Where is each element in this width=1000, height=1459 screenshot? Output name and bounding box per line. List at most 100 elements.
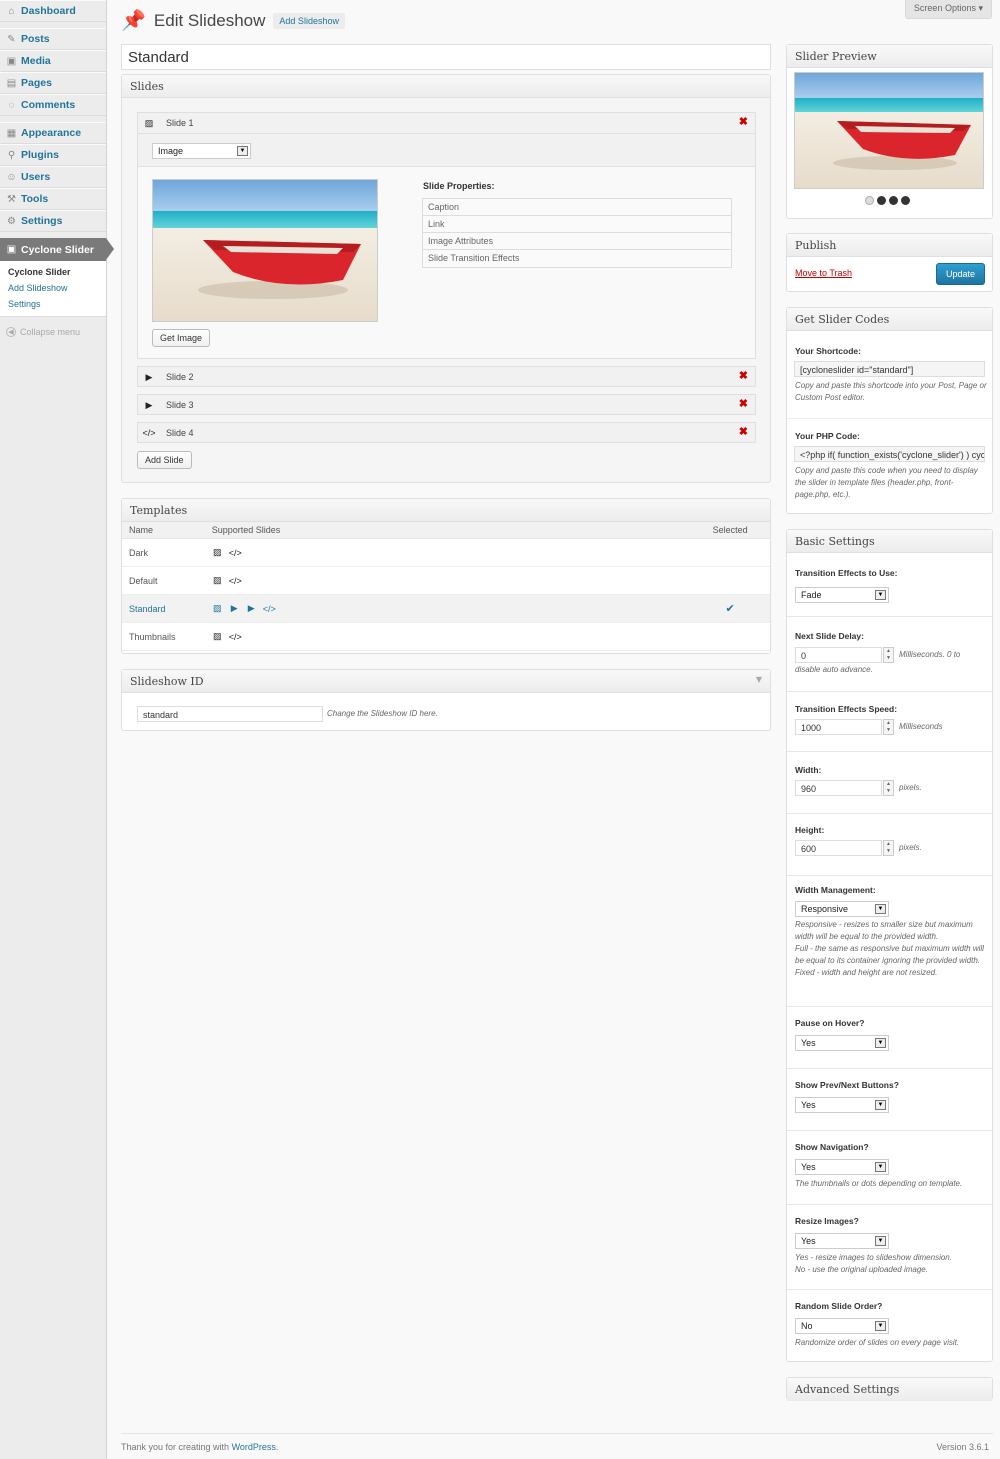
resize-images-select[interactable]: Yes ▼ [795, 1233, 889, 1249]
height-input[interactable]: 600 [795, 840, 882, 856]
transition-effects-field: Transition Effects to Use: Fade ▼ [787, 554, 992, 617]
transition-speed-input[interactable]: 1000 [795, 719, 882, 735]
menu-settings[interactable]: ⚙ Settings [0, 210, 106, 232]
chevron-down-icon: ▼ [875, 590, 886, 600]
menu-plugins[interactable]: ⚲ Plugins [0, 144, 106, 166]
pager-dot[interactable] [901, 196, 910, 205]
template-row-thumbnails[interactable]: Thumbnails ▨ </> [122, 623, 770, 651]
tools-icon: ⚒ [7, 193, 16, 205]
selected-check-icon: ✔ [725, 603, 735, 615]
width-management-field: Width Management: Responsive ▼ Responsive… [787, 877, 992, 1007]
pager-dot[interactable] [877, 196, 886, 205]
advanced-settings-box[interactable]: Advanced Settings [786, 1377, 993, 1401]
pager-dot[interactable] [889, 196, 898, 205]
templates-table-header: Name Supported Slides Selected [122, 522, 770, 539]
menu-users[interactable]: ☺ Users [0, 166, 106, 188]
cyclone-submenu: Cyclone Slider Add Slideshow Settings [0, 261, 106, 317]
menu-pages[interactable]: ▤ Pages [0, 72, 106, 94]
media-icon: ▣ [6, 55, 17, 67]
submenu-cyclone-slider[interactable]: Cyclone Slider [0, 264, 106, 280]
property-link[interactable]: Link [423, 216, 731, 233]
menu-cyclone-slider[interactable]: ▣ Cyclone Slider [0, 238, 114, 261]
play-icon: ▶ [247, 603, 255, 613]
move-to-trash-link[interactable]: Move to Trash [795, 268, 852, 278]
slider-preview-box: Slider Preview [786, 44, 993, 219]
appearance-icon: ▦ [6, 127, 17, 139]
slide-1-header[interactable]: ▨ Slide 1 ✖ [138, 113, 755, 133]
pages-icon: ▤ [6, 77, 17, 89]
menu-tools[interactable]: ⚒ Tools [0, 188, 106, 210]
shortcode-field[interactable]: [cycloneslider id="standard"] [794, 361, 985, 377]
menu-dashboard[interactable]: ⌂ Dashboard [0, 0, 106, 22]
youtube-icon: ▶ [145, 371, 153, 382]
slide-item[interactable]: ▶ Slide 2 ✖ [137, 366, 756, 387]
slides-box: Slides ▨ Slide 1 ✖ Image ▼ Get Image Sli… [121, 74, 771, 483]
page-header: 📌 Edit Slideshow Add Slideshow [121, 8, 345, 33]
stepper-arrows-icon[interactable]: ▲ ▼ [883, 840, 894, 856]
screen-options-toggle[interactable]: Screen Options ▾ [904, 0, 992, 19]
template-row-dark[interactable]: Dark ▨ </> [122, 539, 770, 567]
chevron-down-icon: ▼ [875, 1162, 886, 1172]
width-management-select[interactable]: Responsive ▼ [795, 901, 889, 917]
menu-appearance[interactable]: ▦ Appearance [0, 122, 106, 144]
wordpress-link[interactable]: WordPress [232, 1442, 276, 1452]
stepper-arrows-icon[interactable]: ▲ ▼ [883, 647, 894, 663]
stepper-arrows-icon[interactable]: ▲ ▼ [883, 780, 894, 796]
slider-preview-title: Slider Preview [787, 45, 992, 68]
menu-media[interactable]: ▣ Media [0, 50, 106, 72]
update-button[interactable]: Update [936, 263, 985, 285]
stepper-arrows-icon[interactable]: ▲ ▼ [883, 719, 894, 735]
slide-item[interactable]: </> Slide 4 ✖ [137, 422, 756, 443]
property-transition-effects[interactable]: Slide Transition Effects [423, 250, 731, 267]
resize-images-field: Resize Images? Yes ▼ Yes - resize images … [787, 1206, 992, 1290]
slider-codes-box: Get Slider Codes Your Shortcode: [cyclon… [786, 307, 993, 514]
submenu-settings[interactable]: Settings [0, 296, 106, 312]
transition-effects-select[interactable]: Fade ▼ [795, 587, 889, 603]
php-code-field[interactable]: <?php if( function_exists('cyclone_slide… [794, 446, 985, 462]
comments-icon: ◌ [8, 99, 15, 111]
slideshow-title-input[interactable]: Standard [121, 44, 771, 70]
get-image-button[interactable]: Get Image [152, 329, 211, 347]
template-row-standard[interactable]: Standard ▨ ▶ ▶ </> ✔ [122, 595, 770, 623]
code-icon: </> [228, 631, 242, 642]
random-order-field: Random Slide Order? No ▼ Randomize order … [795, 1301, 960, 1347]
slide-item[interactable]: ▶ Slide 3 ✖ [137, 394, 756, 415]
show-navigation-select[interactable]: Yes ▼ [795, 1159, 889, 1175]
submenu-add-slideshow[interactable]: Add Slideshow [0, 280, 106, 296]
random-order-select[interactable]: No ▼ [795, 1318, 889, 1334]
pause-on-hover-field: Pause on Hover? Yes ▼ [787, 1008, 992, 1069]
basic-settings-box: Basic Settings Transition Effects to Use… [786, 529, 993, 1362]
menu-comments[interactable]: ◌ Comments [0, 94, 106, 116]
delete-slide-icon[interactable]: ✖ [739, 427, 748, 438]
template-row-default[interactable]: Default ▨ </> [122, 567, 770, 595]
width-field: Width: 960 ▲ ▼ pixels. [787, 753, 992, 814]
width-input[interactable]: 960 [795, 780, 882, 796]
chevron-down-icon: ▼ [875, 1100, 886, 1110]
delete-slide-icon[interactable]: ✖ [739, 371, 748, 382]
delete-slide-icon[interactable]: ✖ [739, 117, 748, 128]
slide-properties-list: Caption Link Image Attributes Slide Tran… [422, 198, 732, 268]
slideshow-id-input[interactable]: standard [137, 706, 323, 722]
pager-dot[interactable] [865, 196, 874, 205]
slideshow-id-title[interactable]: Slideshow ID ▼ [122, 670, 770, 693]
prev-next-buttons-select[interactable]: Yes ▼ [795, 1097, 889, 1113]
advanced-settings-title[interactable]: Advanced Settings [787, 1378, 992, 1401]
menu-posts[interactable]: ✎ Posts [0, 28, 106, 50]
toggle-arrow-icon[interactable]: ▼ [756, 675, 762, 684]
add-slide-button[interactable]: Add Slide [137, 451, 192, 469]
collapse-menu[interactable]: ◀ Collapse menu [0, 317, 106, 337]
add-slideshow-button[interactable]: Add Slideshow [273, 12, 345, 29]
delete-slide-icon[interactable]: ✖ [739, 399, 748, 410]
chevron-down-icon: ▼ [875, 1038, 886, 1048]
image-icon: ▨ [212, 547, 222, 557]
image-icon: ▨ [212, 631, 222, 641]
pause-on-hover-select[interactable]: Yes ▼ [795, 1035, 889, 1051]
slide-type-select[interactable]: Image ▼ [152, 143, 251, 159]
image-icon: ▨ [144, 117, 154, 128]
property-caption[interactable]: Caption [423, 199, 731, 216]
property-image-attributes[interactable]: Image Attributes [423, 233, 731, 250]
page-title: Edit Slideshow [153, 10, 266, 30]
transition-speed-field: Transition Effects Speed: 1000 ▲ ▼ Millis… [787, 693, 992, 752]
next-slide-delay-input[interactable]: 0 [795, 647, 882, 663]
chevron-down-icon: ▼ [875, 1236, 886, 1246]
